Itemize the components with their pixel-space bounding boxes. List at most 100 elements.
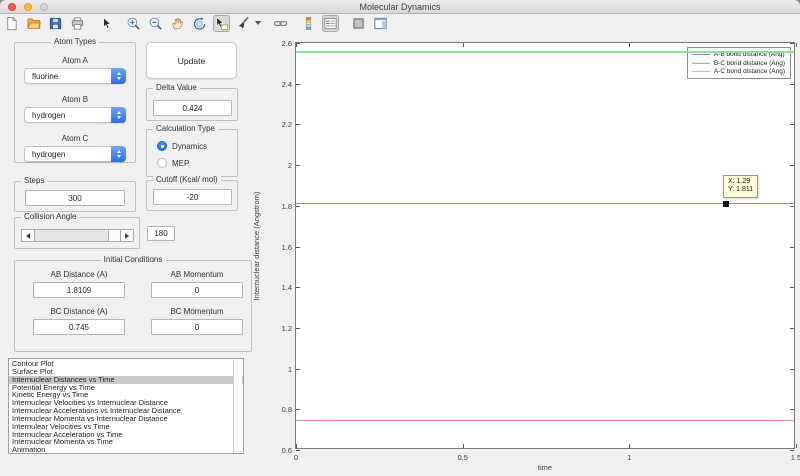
left-triangle-icon xyxy=(26,232,30,239)
x-tick-label: 1 xyxy=(627,453,632,462)
title-bar[interactable]: Molecular Dynamics xyxy=(0,0,800,14)
calc-options: Dynamics MEP xyxy=(147,130,237,168)
atom-label: Atom C xyxy=(61,134,89,143)
toolbar-group xyxy=(350,15,389,32)
legend-entry: A-C bond distance (Ang) xyxy=(691,68,785,75)
slider-left-arrow[interactable] xyxy=(22,230,35,241)
atom-types-title: Atom Types xyxy=(50,37,100,46)
x-tick-label: 0 xyxy=(293,453,299,462)
data-cursor-icon[interactable] xyxy=(213,14,230,32)
data-tip-marker[interactable] xyxy=(723,200,729,207)
ic-cell: AB Momentum 0 xyxy=(151,270,243,298)
y-tick-mark xyxy=(296,205,300,207)
new-file-icon[interactable] xyxy=(3,15,20,32)
collision-angle-slider[interactable] xyxy=(21,229,134,242)
toolbar-group xyxy=(125,14,261,32)
radio-mep[interactable]: MEP xyxy=(157,158,237,168)
popup-chevrons-icon xyxy=(111,146,126,162)
steps-field[interactable]: 300 xyxy=(25,190,125,206)
ic-cell: BC Momentum 0 xyxy=(151,307,243,335)
a-c-bond-distance-ang-swatch xyxy=(691,71,710,72)
atom-label: Atom B xyxy=(61,95,89,104)
ic-label: BC Distance (A) xyxy=(50,307,108,316)
x-tick-mark xyxy=(629,444,631,448)
link-plots-icon[interactable] xyxy=(272,15,289,32)
rotate-3d-icon[interactable] xyxy=(191,15,208,32)
x-tick-mark xyxy=(462,43,464,47)
y-tick-label: 1 xyxy=(287,364,292,374)
ab-momentum-field[interactable]: 0 xyxy=(151,282,243,298)
plot-type-list[interactable]: Contour Plot Surface Plot Internuclear Dis… xyxy=(8,358,244,454)
x-tick-mark xyxy=(296,444,297,448)
ic-label: AB Distance (A) xyxy=(50,270,108,279)
radio-dynamics[interactable]: Dynamics xyxy=(157,141,237,151)
x-axis-label: time xyxy=(537,463,553,472)
radio-label: Dynamics xyxy=(172,141,208,151)
y-tick-mark xyxy=(296,83,300,85)
print-icon[interactable] xyxy=(69,15,86,32)
radio-label: MEP xyxy=(172,158,190,168)
arrow-cursor-icon[interactable] xyxy=(97,15,114,32)
atom-types-panel: Atom Types Atom Afluorine Atom B hydrogen A… xyxy=(14,37,136,163)
delta-value-title: Delta Value xyxy=(153,83,200,92)
a-b-bond-distance-ang-swatch xyxy=(691,54,710,55)
slider-right-arrow[interactable] xyxy=(120,230,133,241)
y-tick-label: 2.2 xyxy=(281,120,292,130)
zoom-out-icon[interactable] xyxy=(147,15,164,32)
hide-plot-tools-icon[interactable] xyxy=(350,15,367,32)
x-tick-label: 0.5 xyxy=(457,453,468,462)
radio-icon xyxy=(157,141,167,151)
ic-cell: AB Distance (A) 1.8109 xyxy=(33,270,125,298)
y-tick-mark xyxy=(296,287,300,289)
legend-icon[interactable] xyxy=(322,14,339,32)
save-icon[interactable] xyxy=(47,15,64,32)
list-item[interactable]: Animation xyxy=(9,446,243,453)
bc-distance-a-field[interactable]: 0.745 xyxy=(33,319,125,335)
a-c-bond-distance-ang-line xyxy=(296,51,794,53)
plot-axes[interactable]: Internuclear distance (Angstrom) time A-… xyxy=(252,39,800,472)
atom-a-select[interactable]: fluorine xyxy=(24,68,126,84)
collision-angle-field[interactable]: 180 xyxy=(147,226,175,241)
bc-momentum-field[interactable]: 0 xyxy=(151,319,243,335)
slider-thumb[interactable] xyxy=(108,230,120,241)
data-tip[interactable]: X: 1.29 Y: 1.811 xyxy=(723,174,759,198)
y-axis-label: Internuclear distance (Angstrom) xyxy=(252,191,261,300)
update-button[interactable]: Update xyxy=(146,42,237,79)
atom-c-select[interactable]: hydrogen xyxy=(24,146,126,162)
zoom-in-icon[interactable] xyxy=(125,15,142,32)
x-tick-label: 1.5 xyxy=(790,453,800,462)
y-tick-mark xyxy=(296,124,300,126)
steps-panel: Steps 300 xyxy=(14,176,136,212)
b-c-bond-distance-ang-swatch xyxy=(691,62,710,64)
data-tip-y: Y: 1.811 xyxy=(728,186,754,194)
cutoff-field[interactable]: -20 xyxy=(153,189,232,205)
x-tick-mark xyxy=(796,43,797,47)
popup-chevrons-icon xyxy=(111,107,126,123)
pan-hand-icon[interactable] xyxy=(169,15,186,32)
ab-distance-a-field[interactable]: 1.8109 xyxy=(33,282,125,298)
list-items: Contour Plot Surface Plot Internuclear Dis… xyxy=(9,360,243,453)
ic-label: BC Momentum xyxy=(170,307,224,316)
colorbar-icon[interactable] xyxy=(300,15,317,32)
atom-rows: Atom Afluorine Atom B hydrogen Atom C hydrog… xyxy=(15,43,135,173)
slider-track[interactable] xyxy=(35,230,120,241)
legend-label: A-C bond distance (Ang) xyxy=(713,68,785,75)
legend-entry: B-C bond distance (Ang) xyxy=(691,60,785,67)
dock-figure-icon[interactable] xyxy=(372,15,389,32)
y-tick-mark xyxy=(790,368,794,370)
y-tick-mark xyxy=(790,165,794,167)
app-window: Molecular Dynamics Atom Types Atom Afluo… xyxy=(0,0,800,476)
x-tick-mark xyxy=(796,444,797,448)
y-tick-mark xyxy=(790,327,794,329)
initial-conditions-title: Initial Conditions xyxy=(100,255,166,264)
brush-icon[interactable] xyxy=(235,15,252,32)
list-scrollbar[interactable] xyxy=(233,360,242,452)
toolbar xyxy=(0,14,800,32)
y-tick-mark xyxy=(296,409,300,411)
toolbar-group xyxy=(97,15,114,32)
delta-value-field[interactable]: 0.424 xyxy=(153,100,232,116)
atom-b-select[interactable]: hydrogen xyxy=(24,107,126,123)
brush-dropdown-caret[interactable] xyxy=(255,21,261,25)
open-file-icon[interactable] xyxy=(25,15,42,32)
y-tick-label: 1.6 xyxy=(281,242,292,252)
